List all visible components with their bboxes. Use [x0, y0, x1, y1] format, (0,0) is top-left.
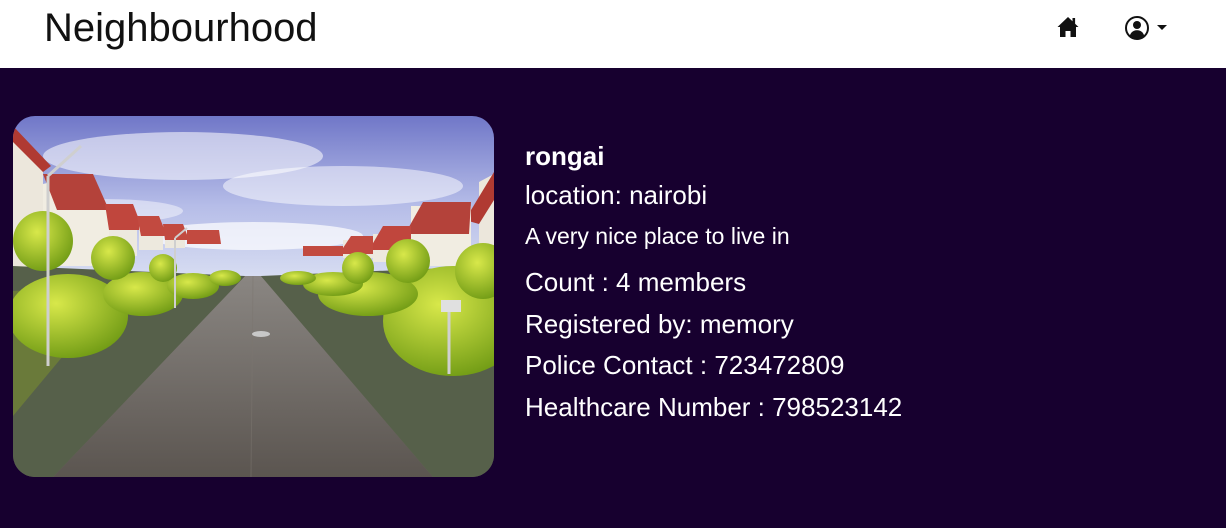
registered-by: Registered by: memory: [525, 308, 794, 339]
top-navbar: Neighbourhood: [0, 0, 1226, 68]
home-link[interactable]: [1055, 14, 1081, 40]
member-count: Count : 4 members: [525, 267, 747, 297]
neighbourhood-photo: [13, 116, 494, 477]
user-circle-icon: [1125, 16, 1149, 40]
home-icon: [1057, 17, 1079, 37]
neighbourhood-details: rongai location: nairobi A very nice pla…: [525, 138, 902, 428]
caret-down-icon: [1157, 25, 1167, 30]
healthcare-number: Healthcare Number : 798523142: [525, 391, 903, 422]
user-dropdown-toggle[interactable]: [1122, 13, 1170, 43]
police-contact: Police Contact : 723472809: [525, 350, 845, 380]
neighbourhood-image: [13, 116, 494, 477]
brand-link[interactable]: Neighbourhood: [44, 6, 318, 50]
neighbourhood-description: A very nice place to live in: [525, 223, 790, 249]
neighbourhood-location: location: nairobi: [525, 180, 708, 210]
neighbourhood-name: rongai: [525, 141, 605, 171]
